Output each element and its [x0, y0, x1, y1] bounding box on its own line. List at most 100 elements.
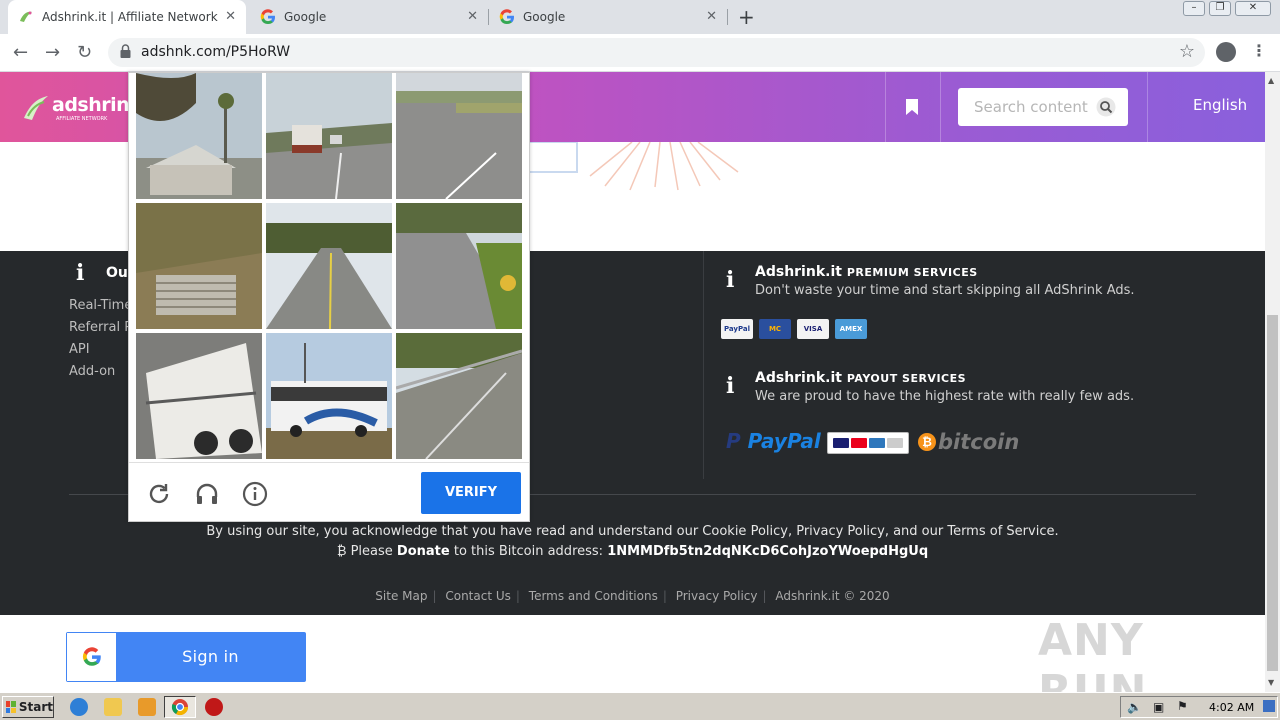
captcha-tile[interactable] [136, 203, 262, 329]
volume-icon[interactable]: 🔈 [1127, 700, 1142, 714]
restore-button[interactable]: ❐ [1209, 1, 1231, 16]
bitcoin-small-icon: ₿ [336, 544, 347, 559]
paypal-card-icon: PayPal [721, 319, 753, 339]
visa-card-icon: VISA [797, 319, 829, 339]
start-button[interactable]: Start [2, 696, 54, 718]
adshrink-favicon-icon [18, 9, 34, 25]
lock-icon [120, 44, 131, 58]
bitcoin-address: 1NMMDfb5tn2dqNKcD6CohJzoYWoepdHgUq [607, 544, 929, 559]
signin-label: Sign in [182, 647, 239, 666]
bookmark-icon[interactable] [905, 98, 919, 116]
captcha-tile[interactable] [266, 203, 392, 329]
info-icon: i [726, 267, 735, 293]
payout-services-title: Adshrink.it PAYOUT SERVICES [755, 370, 966, 386]
footer-link-realtime[interactable]: Real-Time [69, 298, 132, 313]
scroll-down-arrow-icon[interactable]: ▼ [1268, 678, 1274, 687]
stop-app-icon[interactable] [205, 698, 223, 716]
link-privacy[interactable]: Privacy Policy [676, 589, 758, 603]
windows-flag-icon [6, 701, 16, 713]
close-tab-icon[interactable]: ✕ [467, 9, 478, 24]
tab-divider [727, 9, 728, 25]
google-signin-button[interactable]: Sign in [66, 632, 306, 682]
internet-explorer-icon[interactable] [70, 698, 88, 716]
search-placeholder: Search content [974, 98, 1088, 116]
donate-link[interactable]: Donate [397, 544, 450, 559]
search-icon[interactable] [1096, 97, 1116, 117]
paypal-logo: P PayPal [726, 429, 821, 453]
verify-button[interactable]: VERIFY [421, 472, 521, 514]
windows-taskbar: Start 🔈 ▣ ⚑ 4:02 AM [0, 692, 1280, 720]
captcha-tile[interactable] [396, 73, 522, 199]
google-favicon-icon [499, 9, 515, 25]
captcha-tile[interactable] [136, 73, 262, 199]
show-desktop-icon[interactable] [1263, 700, 1275, 712]
bitcoin-logo: ₿ bitcoin [918, 430, 1019, 454]
info-help-icon[interactable] [242, 481, 268, 507]
forward-arrow-icon[interactable]: → [45, 42, 60, 63]
info-icon: i [726, 373, 735, 399]
tab-title: Google [523, 10, 566, 24]
captcha-tile[interactable] [266, 73, 392, 199]
signin-area: Sign in ANY RUN [0, 615, 1265, 692]
menu-kebab-icon[interactable]: ⋮ [1251, 41, 1267, 60]
captcha-tile[interactable] [396, 333, 522, 459]
mastercard-icon: MC [759, 319, 791, 339]
media-player-icon[interactable] [138, 698, 156, 716]
close-tab-icon[interactable]: ✕ [225, 9, 236, 24]
close-tab-icon[interactable]: ✕ [706, 9, 717, 24]
flag-icon[interactable]: ⚑ [1177, 699, 1188, 713]
payment-cards: PayPal MC VISA AMEX [721, 319, 867, 339]
file-explorer-icon[interactable] [104, 698, 122, 716]
address-bar[interactable]: adshnk.com/P5HoRW ☆ [108, 38, 1205, 67]
reload-icon[interactable]: ↻ [77, 42, 92, 63]
link-site-map[interactable]: Site Map [375, 589, 427, 603]
service-label: PAYOUT SERVICES [846, 372, 967, 385]
reload-challenge-icon[interactable] [146, 481, 172, 507]
bird-logo-icon [24, 96, 48, 120]
tab-google-1[interactable]: Google ✕ [250, 0, 488, 34]
minimize-button[interactable]: – [1183, 1, 1205, 16]
footer-bottom-links: Site Map | Contact Us | Terms and Conditio… [375, 589, 890, 603]
language-selector[interactable]: English [1193, 96, 1247, 114]
captcha-tile[interactable] [266, 333, 392, 459]
footer-link-api[interactable]: API [69, 342, 90, 357]
brand-name: Adshrink.it [755, 264, 842, 280]
link-terms[interactable]: Terms and Conditions [529, 589, 658, 603]
page-scrollbar[interactable]: ▲ ▼ [1265, 72, 1280, 692]
url-text: adshnk.com/P5HoRW [141, 44, 291, 60]
logo-subtitle: AFFILIATE NETWORK [56, 116, 108, 122]
search-content-input[interactable]: Search content [958, 88, 1128, 126]
sunburst-decoration [520, 142, 739, 191]
captcha-challenge: VERIFY [128, 72, 530, 522]
copyright: Adshrink.it © 2020 [775, 589, 890, 603]
captcha-tile[interactable] [136, 333, 262, 459]
donate-line: ₿ Please Donate to this Bitcoin address:… [336, 544, 929, 559]
header-divider [885, 72, 886, 142]
footer-column-title: Ou [106, 265, 128, 281]
bookmark-star-icon[interactable]: ☆ [1179, 41, 1195, 62]
legal-notice: By using our site, you acknowledge that … [206, 524, 1059, 539]
payout-services-desc: We are proud to have the highest rate wi… [755, 389, 1135, 404]
google-favicon-icon [260, 9, 276, 25]
profile-avatar-icon[interactable] [1216, 42, 1236, 62]
tab-google-2[interactable]: Google ✕ [489, 0, 727, 34]
chrome-taskbar-button[interactable] [164, 696, 196, 718]
adshrink-logo[interactable]: adshrink.it AFFILIATE NETWORK [22, 88, 163, 128]
tab-adshrink[interactable]: Adshrink.it | Affiliate Network ✕ [8, 0, 246, 34]
scroll-up-arrow-icon[interactable]: ▲ [1268, 76, 1274, 85]
info-icon: i [76, 260, 85, 286]
footer-link-referral[interactable]: Referral P [69, 320, 132, 335]
link-contact-us[interactable]: Contact Us [445, 589, 511, 603]
network-icon[interactable]: ▣ [1153, 700, 1164, 714]
clock: 4:02 AM [1209, 701, 1255, 714]
footer-link-addon[interactable]: Add-on [69, 364, 115, 379]
audio-challenge-icon[interactable] [194, 481, 220, 507]
back-arrow-icon[interactable]: ← [13, 42, 28, 63]
close-window-button[interactable]: ✕ [1235, 1, 1271, 16]
captcha-tile[interactable] [396, 203, 522, 329]
scroll-thumb[interactable] [1267, 315, 1278, 671]
google-g-icon [67, 633, 116, 681]
tab-title: Adshrink.it | Affiliate Network [42, 10, 218, 24]
brand-name: Adshrink.it [755, 370, 842, 386]
new-tab-button[interactable]: + [738, 5, 755, 29]
